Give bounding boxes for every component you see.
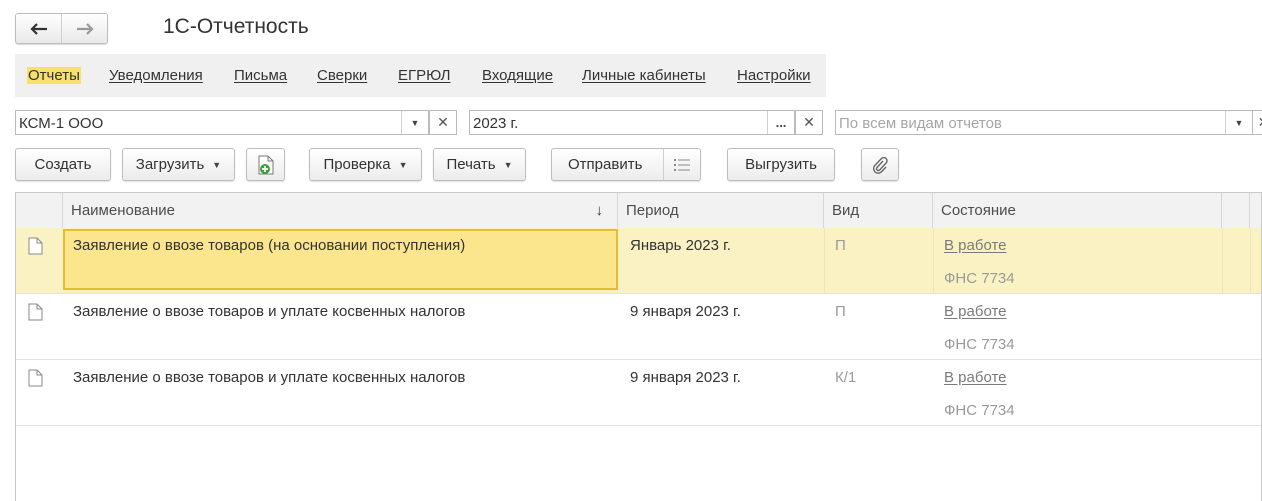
reports-table: Наименование ↓ Период Вид Состояние Заяв… [15,192,1262,501]
tab-reconciliations[interactable]: Сверки [317,67,367,84]
send-options-button[interactable] [663,149,700,180]
row-period: Январь 2023 г. [630,237,731,254]
row-period: 9 января 2023 г. [630,369,741,386]
row-kind: П [835,303,846,320]
section-tabs: Отчеты Уведомления Письма Сверки ЕГРЮЛ В… [15,54,826,97]
print-button-label: Печать [446,156,496,173]
list-icon [674,158,690,171]
tab-reports[interactable]: Отчеты [27,67,81,84]
forward-button[interactable] [62,14,107,43]
period-clear-button[interactable]: ✕ [795,110,823,135]
create-button-label: Создать [34,156,92,173]
send-button-group: Отправить [551,148,701,181]
tab-settings[interactable]: Настройки [737,67,811,84]
document-icon [28,369,43,387]
row-state-link[interactable]: В работе [944,369,1007,386]
check-button-label: Проверка [323,156,391,173]
row-name: Заявление о ввозе товаров и уплате косве… [73,303,466,320]
check-button[interactable]: Проверка ▼ [309,148,422,181]
back-button[interactable] [16,14,62,43]
attachment-button[interactable] [861,148,899,181]
sort-desc-icon: ↓ [595,202,604,219]
history-nav [15,13,108,44]
organization-value: КСМ-1 ООО [19,115,104,132]
organization-dropdown-button[interactable]: ▼ [401,111,428,134]
table-row[interactable]: Заявление о ввозе товаров (на основании … [16,228,1261,294]
caret-down-icon: ▼ [398,159,408,170]
add-file-button[interactable] [246,148,285,181]
arrow-right-icon [76,22,94,35]
column-header-name-label: Наименование [71,202,175,219]
row-state-link[interactable]: В работе [944,303,1007,320]
close-icon: ✕ [1258,114,1262,131]
row-kind: П [835,237,846,254]
column-header-kind-label: Вид [832,202,860,219]
column-header-kind[interactable]: Вид [824,193,933,228]
extra-column-header [1222,193,1250,228]
export-button-label: Выгрузить [745,156,817,173]
row-kind: К/1 [835,369,857,386]
organization-clear-button[interactable]: ✕ [429,110,457,135]
column-header-period-label: Период [626,202,679,219]
period-value: 2023 г. [473,115,519,132]
period-select-button[interactable]: ... [767,111,794,134]
column-header-name[interactable]: Наименование ↓ [63,193,618,228]
tab-personal-accounts[interactable]: Личные кабинеты [582,67,706,84]
create-button[interactable]: Создать [15,148,111,181]
paperclip-icon [872,156,888,174]
report-types-field[interactable]: По всем видам отчетов ▼ [835,110,1253,135]
report-types-clear-button[interactable]: ✕ [1252,110,1262,135]
page-title: 1С-Отчетность [163,15,309,38]
row-name: Заявление о ввозе товаров (на основании … [73,237,466,254]
tab-egrul[interactable]: ЕГРЮЛ [398,67,450,84]
caret-down-icon: ▼ [212,159,222,170]
column-header-state-label: Состояние [941,202,1016,219]
caret-down-icon: ▼ [503,159,513,170]
row-name: Заявление о ввозе товаров и уплате косве… [73,369,466,386]
column-header-state[interactable]: Состояние [933,193,1222,228]
table-header: Наименование ↓ Период Вид Состояние [16,193,1261,229]
upload-button-label: Загрузить [135,156,205,173]
arrow-left-icon [29,22,47,35]
table-row[interactable]: Заявление о ввозе товаров и уплате косве… [16,360,1261,426]
export-button[interactable]: Выгрузить [727,148,835,181]
row-recipient: ФНС 7734 [944,402,1015,419]
tab-notifications[interactable]: Уведомления [109,67,203,84]
organization-field[interactable]: КСМ-1 ООО ▼ [15,110,429,135]
tab-incoming[interactable]: Входящие [482,67,553,84]
close-icon: ✕ [437,114,449,130]
table-row[interactable]: Заявление о ввозе товаров и уплате косве… [16,294,1261,360]
chevron-down-icon: ▼ [1234,117,1244,128]
icon-column-header [16,193,63,228]
chevron-down-icon: ▼ [410,117,420,128]
report-types-dropdown-button[interactable]: ▼ [1225,111,1252,134]
row-recipient: ФНС 7734 [944,270,1015,287]
add-document-icon [258,155,273,174]
upload-button[interactable]: Загрузить ▼ [122,148,235,181]
document-icon [28,303,43,321]
row-state-link[interactable]: В работе [944,237,1007,254]
close-icon: ✕ [803,114,815,130]
send-button[interactable]: Отправить [568,156,642,173]
tab-letters[interactable]: Письма [234,67,287,84]
print-button[interactable]: Печать ▼ [433,148,526,181]
report-types-placeholder: По всем видам отчетов [839,115,1002,132]
period-field[interactable]: 2023 г. ... [469,110,795,135]
row-period: 9 января 2023 г. [630,303,741,320]
column-header-period[interactable]: Период [618,193,824,228]
document-icon [28,237,43,255]
row-recipient: ФНС 7734 [944,336,1015,353]
